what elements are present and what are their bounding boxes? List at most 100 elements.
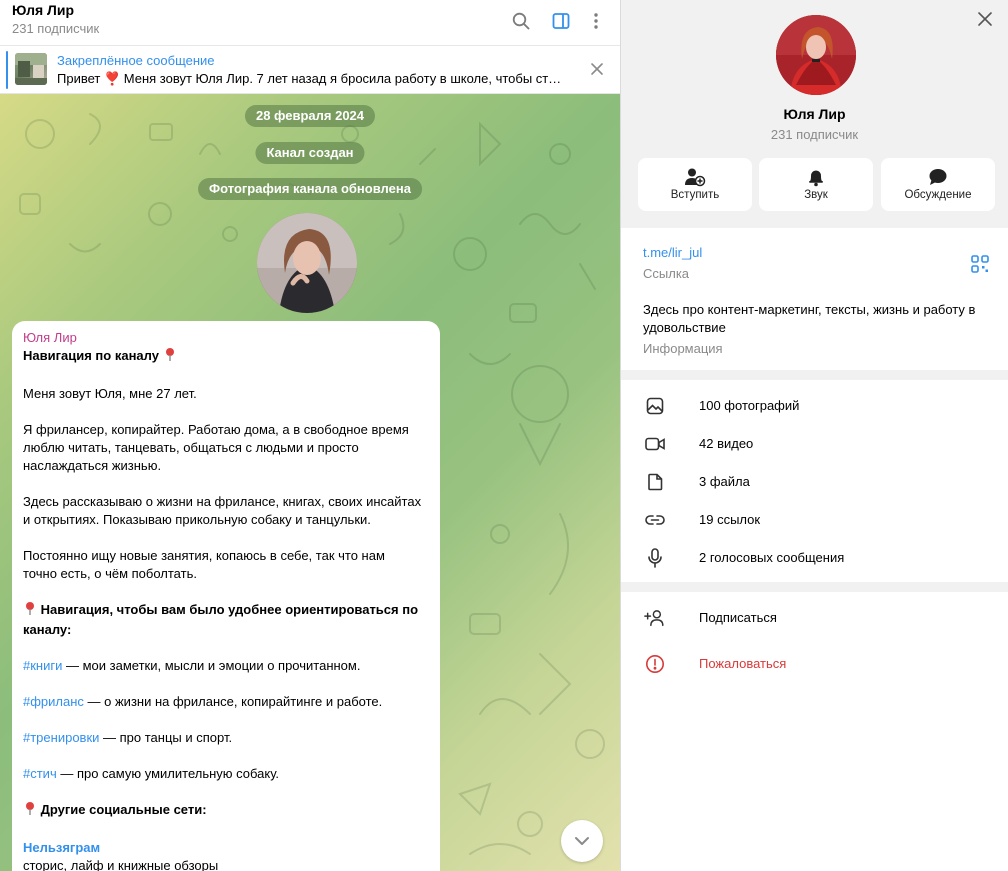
social-description: сторис, лайф и книжные обзоры xyxy=(23,858,219,871)
channel-link[interactable]: t.me/lir_jul xyxy=(643,245,702,260)
media-row-label: 3 файла xyxy=(699,474,750,489)
channel-description-caption: Информация xyxy=(643,341,723,356)
tag-line: #книги — мои заметки, мысли и эмоции о п… xyxy=(23,657,429,675)
date-separator: 28 февраля 2024 xyxy=(244,105,376,127)
chat-subscriber-count: 231 подписчик xyxy=(12,21,100,36)
join-label: Вступить xyxy=(670,189,720,201)
search-button[interactable] xyxy=(507,7,535,35)
channel-name: Юля Лир xyxy=(783,106,846,122)
hashtag-link[interactable]: #тренировки xyxy=(23,730,99,745)
close-icon xyxy=(978,12,992,26)
chat-header: Юля Лир 231 подписчик xyxy=(0,0,620,46)
post-paragraph: Я фрилансер, копирайтер. Работаю дома, а… xyxy=(23,422,409,437)
post-paragraph: Постоянно ищу новые занятия, копаюсь в с… xyxy=(23,548,385,563)
tag-description: — про танцы и спорт. xyxy=(99,730,233,745)
scroll-down-button[interactable] xyxy=(561,820,603,862)
microphone-icon xyxy=(644,547,666,569)
service-message-created: Канал создан xyxy=(255,142,365,164)
channel-description: Здесь про контент-маркетинг, тексты, жиз… xyxy=(643,302,976,335)
post-paragraph: люблю читать, танцевать, общаться с людь… xyxy=(23,440,359,455)
search-icon xyxy=(512,12,530,30)
post-author[interactable]: Юля Лир xyxy=(23,329,429,347)
post-title: Навигация по каналу xyxy=(23,347,429,367)
hashtag-link[interactable]: #фриланс xyxy=(23,694,84,709)
more-vertical-icon xyxy=(594,13,598,29)
social-heading: Другие социальные сети: xyxy=(23,801,429,821)
subscribe-row[interactable]: Подписаться xyxy=(621,599,1008,637)
info-close-button[interactable] xyxy=(972,6,998,32)
pushpin-icon xyxy=(23,601,37,621)
tag-description: — про самую умилительную собаку. xyxy=(56,766,280,781)
shared-media-card: 100 фотографий 42 видео 3 файла 19 ссыло… xyxy=(621,380,1008,582)
report-row[interactable]: Пожаловаться xyxy=(621,645,1008,683)
media-row-voice[interactable]: 2 голосовых сообщения xyxy=(621,539,1008,577)
pinned-accent-bar xyxy=(6,51,8,89)
chat-panel: Юля Лир 231 подписчик Закреплённое сообщ… xyxy=(0,0,620,871)
info-header: Юля Лир 231 подписчик Вступить Звук Обсу… xyxy=(621,0,1008,228)
tag-line: #фриланс — о жизни на фрилансе, копирайт… xyxy=(23,693,429,711)
tag-description: — мои заметки, мысли и эмоции о прочитан… xyxy=(62,658,361,673)
chat-bubble-icon xyxy=(929,169,947,185)
sound-label: Звук xyxy=(804,189,828,201)
chevron-down-icon xyxy=(575,837,589,845)
tag-line: #стич — про самую умилительную собаку. xyxy=(23,765,429,783)
channel-avatar[interactable] xyxy=(776,15,856,95)
info-details-card: t.me/lir_jul Ссылка Здесь про контент-ма… xyxy=(621,228,1008,370)
tag-line: #тренировки — про танцы и спорт. xyxy=(23,729,429,747)
add-user-icon xyxy=(685,168,706,187)
media-row-label: 100 фотографий xyxy=(699,398,800,413)
post-paragraph: Меня зовут Юля, мне 27 лет. xyxy=(23,386,197,401)
nav-heading-text: Навигация, чтобы вам было удобнее ориент… xyxy=(40,602,419,617)
media-row-photos[interactable]: 100 фотографий xyxy=(621,387,1008,425)
qr-code-button[interactable] xyxy=(970,254,990,274)
pinned-thumbnail xyxy=(15,53,47,85)
pushpin-icon xyxy=(23,801,37,821)
hashtag-link[interactable]: #книги xyxy=(23,658,62,673)
channel-info-panel: Юля Лир 231 подписчик Вступить Звук Обсу… xyxy=(621,0,1008,871)
media-row-files[interactable]: 3 файла xyxy=(621,463,1008,501)
service-message-photo-updated: Фотография канала обновлена xyxy=(198,178,422,200)
social-link[interactable]: Нельзяграм xyxy=(23,839,429,857)
discussion-label: Обсуждение xyxy=(904,189,972,201)
media-row-links[interactable]: 19 ссылок xyxy=(621,501,1008,539)
media-row-label: 42 видео xyxy=(699,436,754,451)
pinned-text: Привет ❣️ Меня зовут Юля Лир. 7 лет наза… xyxy=(57,71,567,86)
post-paragraph: Здесь рассказываю о жизни на фрилансе, к… xyxy=(23,494,422,509)
pinned-close-button[interactable] xyxy=(586,58,608,80)
media-row-label: 2 голосовых сообщения xyxy=(699,550,845,565)
subscribe-label: Подписаться xyxy=(699,610,777,625)
video-icon xyxy=(644,433,666,455)
channel-actions-card: Подписаться Пожаловаться xyxy=(621,592,1008,871)
post-paragraph: и открытиях. Показываю прикольную собаку… xyxy=(23,512,371,527)
hashtag-link[interactable]: #стич xyxy=(23,766,57,781)
add-user-outline-icon xyxy=(644,607,666,629)
sound-button[interactable]: Звук xyxy=(759,158,873,211)
pinned-title: Закреплённое сообщение xyxy=(57,53,215,68)
photo-icon xyxy=(644,395,666,417)
media-row-videos[interactable]: 42 видео xyxy=(621,425,1008,463)
close-icon xyxy=(591,63,603,75)
channel-link-caption: Ссылка xyxy=(643,266,690,281)
warning-icon xyxy=(644,653,666,675)
report-label: Пожаловаться xyxy=(699,656,787,671)
join-button[interactable]: Вступить xyxy=(638,158,752,211)
chat-title[interactable]: Юля Лир xyxy=(12,2,74,18)
tag-description: — о жизни на фрилансе, копирайтинге и ра… xyxy=(83,694,383,709)
channel-subscriber-count: 231 подписчик xyxy=(770,127,859,142)
post-title-text: Навигация по каналу xyxy=(23,348,159,363)
discussion-button[interactable]: Обсуждение xyxy=(881,158,995,211)
chat-wallpaper: 28 февраля 2024 Канал создан Фотография … xyxy=(0,94,620,871)
social-heading-text: Другие социальные сети: xyxy=(40,802,207,817)
sidebar-icon xyxy=(552,13,570,29)
channel-post[interactable]: Юля Лир Навигация по каналу Меня зовут Ю… xyxy=(12,321,440,871)
link-icon xyxy=(644,509,666,531)
pushpin-icon xyxy=(163,347,177,367)
pinned-message[interactable]: Закреплённое сообщение Привет ❣️ Меня зо… xyxy=(0,46,620,94)
toggle-sidebar-button[interactable] xyxy=(547,7,575,35)
nav-heading: Навигация, чтобы вам было удобнее ориент… xyxy=(23,601,429,621)
channel-photo[interactable] xyxy=(257,213,357,313)
bell-icon xyxy=(809,170,823,187)
post-paragraph: точно есть, о чём поболтать. xyxy=(23,566,197,581)
more-button[interactable] xyxy=(582,7,610,35)
nav-heading-cont: каналу: xyxy=(23,622,72,637)
